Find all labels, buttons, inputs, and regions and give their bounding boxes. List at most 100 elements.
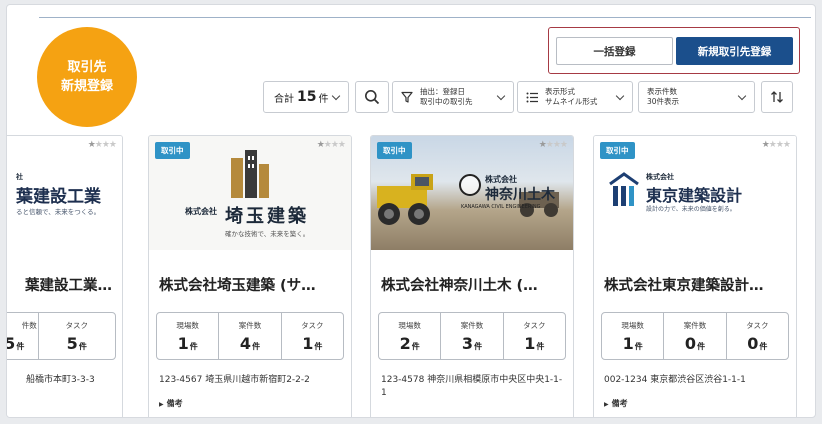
status-badge: 取引中 <box>377 142 412 159</box>
partner-logo-image: ★★★★ 社 葉建設工業 ると信頼で、未来をつくる。 <box>7 136 122 250</box>
partner-card[interactable]: 取引中 ★★★★ 株式会社 神奈川土木 KANAGAWA CIVIL ENGIN… <box>370 135 574 417</box>
stat-cell: タスク 0件 <box>725 313 788 359</box>
triangle-right-icon: ▶ <box>604 401 609 408</box>
status-badge: 取引中 <box>600 142 635 159</box>
stat-value: 1 <box>622 333 634 353</box>
bulk-register-button[interactable]: 一括登録 <box>556 37 673 65</box>
stat-value: 4 <box>239 333 252 353</box>
stat-value: 1 <box>302 333 314 353</box>
stat-unit: 件 <box>252 341 261 351</box>
memo-label: 備考 <box>611 399 628 408</box>
stat-unit: 件 <box>189 341 198 351</box>
stat-cell: 現場数 1件 <box>602 313 663 359</box>
logo-sub: 確かな技術で、未来を築く。 <box>225 230 310 238</box>
memo-toggle[interactable]: ▶ 備考 <box>159 398 183 409</box>
stat-cell: 案件数 0件 <box>663 313 725 359</box>
stats-box: 現場数 1件 案件数 0件 タスク 0件 <box>601 312 789 360</box>
stat-unit: 件 <box>536 341 545 351</box>
total-count: 15 <box>297 89 317 105</box>
stat-cell: タスク 1件 <box>502 313 565 359</box>
logo-sub: ると信頼で、未来をつくる。 <box>16 208 101 216</box>
stats-box: 現場数 1件 案件数 4件 タスク 1件 <box>156 312 344 360</box>
list-icon <box>526 92 538 102</box>
building-logo-icon <box>231 150 269 198</box>
stat-unit: 件 <box>474 341 483 351</box>
stat-cell: 案件数 4件 <box>218 313 280 359</box>
partner-name[interactable]: 葉建設工業… <box>25 274 122 295</box>
stat-label: 件数 <box>21 320 37 330</box>
stat-value: 5 <box>7 334 15 353</box>
sort-button[interactable] <box>761 81 793 113</box>
partner-name[interactable]: 株式会社埼玉建築 (サ… <box>159 274 345 295</box>
stat-cell: 案件数 3件 <box>440 313 502 359</box>
rating-stars-icon[interactable]: ★★★★ <box>539 140 568 150</box>
stat-label: タスク <box>301 320 324 330</box>
stat-unit: 件 <box>314 341 323 351</box>
total-unit: 件 <box>318 93 329 105</box>
stat-cell: 件数 5件 <box>7 313 38 359</box>
stat-unit: 件 <box>697 341 706 351</box>
partner-list-panel: 取引先 新規登録 一括登録 新規取引先登録 合計 15 件 抽出：登録日 取引中… <box>6 4 816 418</box>
logo-kicker: 株式会社 <box>185 207 217 216</box>
sort-icon <box>771 91 783 103</box>
partner-logo-image: 取引中 ★★★★ 株式会社 埼玉建築 確かな技術で、未来を築く。 <box>149 136 351 250</box>
partner-name[interactable]: 株式会社神奈川土木 (… <box>381 274 567 295</box>
new-partner-button[interactable]: 新規取引先登録 <box>676 37 793 65</box>
triangle-right-icon: ▶ <box>159 401 164 408</box>
stat-label: 現場数 <box>621 320 644 330</box>
building-logo-icon <box>609 172 639 206</box>
partner-logo-image: 取引中 ★★★★ 株式会社 東京建築設計 設計の力で、未来の価値を創る。 <box>594 136 796 250</box>
stat-value: 5 <box>66 333 78 353</box>
new-partner-badge[interactable]: 取引先 新規登録 <box>37 27 137 127</box>
memo-toggle[interactable]: ▶ 備考 <box>604 398 628 409</box>
partner-card[interactable]: 取引中 ★★★★ 株式会社 東京建築設計 設計の力で、未来の価値を創る。 株式会… <box>593 135 797 417</box>
stat-value: 1 <box>524 333 536 353</box>
total-count-select[interactable]: 合計 15 件 <box>263 81 349 113</box>
stat-value: 1 <box>177 333 189 353</box>
per-page-value: 30件表示 <box>647 97 680 106</box>
view-mode-select[interactable]: 表示形式 サムネイル形式 <box>517 81 633 113</box>
action-buttons-group: 一括登録 新規取引先登録 <box>548 27 800 74</box>
stat-label: タスク <box>523 320 546 330</box>
view-value: サムネイル形式 <box>545 97 598 106</box>
stat-label: 案件数 <box>460 320 484 330</box>
partner-address: 123-4578 神奈川県相模原市中央区中央1-1-1 <box>381 375 563 398</box>
memo-label: 備考 <box>166 399 183 408</box>
search-button[interactable] <box>355 81 389 113</box>
per-page-select[interactable]: 表示件数 30件表示 <box>638 81 755 113</box>
stat-label: タスク <box>65 320 89 330</box>
total-prefix: 合計 <box>274 93 294 105</box>
stat-unit: 件 <box>411 341 420 351</box>
stat-label: 現場数 <box>176 320 199 330</box>
partner-card[interactable]: 取引中 ★★★★ 株式会社 埼玉建築 確かな技術で、未来を築く。 株式会社埼玉建… <box>148 135 352 417</box>
chevron-down-icon <box>737 91 747 101</box>
filter-icon <box>401 91 413 103</box>
filter-select[interactable]: 抽出：登録日 取引中の取引先 <box>392 81 514 113</box>
partner-address: 002-1234 東京都渋谷区渋谷1-1-1 <box>604 375 746 385</box>
partner-address: 123-4567 埼玉県川越市新宿町2-2-2 <box>159 375 310 385</box>
partner-name[interactable]: 株式会社東京建築設計… <box>604 274 790 295</box>
filter-label: 抽出：登録日 <box>420 87 465 96</box>
chevron-down-icon <box>615 91 625 101</box>
partner-address: 船橋市本町3-3-3 <box>26 375 95 385</box>
badge-line2: 新規登録 <box>60 79 113 94</box>
stat-label: タスク <box>746 320 769 330</box>
header-divider <box>39 17 811 18</box>
stat-value: 2 <box>399 333 411 353</box>
construction-machinery-icon <box>377 174 433 225</box>
partner-logo-image: 取引中 ★★★★ 株式会社 神奈川土木 KANAGAWA CIVIL ENGIN… <box>371 136 573 250</box>
status-badge: 取引中 <box>155 142 190 159</box>
logo-main: 東京建築設計 <box>646 186 743 205</box>
rating-stars-icon[interactable]: ★★★★ <box>762 140 791 150</box>
rating-stars-icon[interactable]: ★★★★ <box>88 140 117 150</box>
stat-unit: 件 <box>78 341 87 351</box>
stat-cell: 現場数 2件 <box>379 313 440 359</box>
logo-kicker: 社 <box>16 173 23 181</box>
stat-value: 0 <box>684 333 697 353</box>
stat-value: 3 <box>461 333 474 353</box>
stat-label: 案件数 <box>683 320 707 330</box>
partner-card[interactable]: ★★★★ 社 葉建設工業 ると信頼で、未来をつくる。 葉建設工業… 件数 5件 … <box>7 135 123 417</box>
chevron-down-icon <box>496 91 506 101</box>
rating-stars-icon[interactable]: ★★★★ <box>317 140 346 150</box>
stat-cell: タスク 5件 <box>37 313 116 359</box>
